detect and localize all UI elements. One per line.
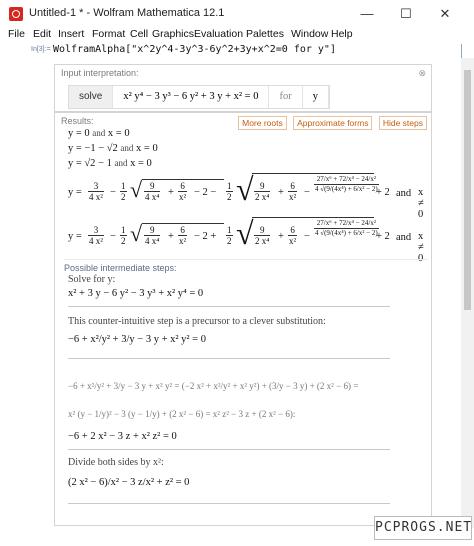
input-code[interactable]: WolframAlpha["x^2y^4-3y^3-6y^2+3y+x^2=0 … [53, 44, 336, 55]
solve-for-label: Solve for y: [68, 274, 116, 285]
vertical-scrollbar[interactable] [461, 58, 474, 528]
interp-equation: x² y⁴ − 3 y³ − 6 y² + 3 y + x² = 0 [113, 86, 270, 108]
maximize-button[interactable]: ☐ [389, 4, 423, 24]
step-divider [68, 449, 390, 450]
input-label: In[3]:= [31, 46, 51, 53]
divider [64, 259, 428, 260]
results-buttons: More roots Approximate forms Hide steps [234, 116, 427, 130]
result-line: y = −1 − √2 and x = 0 [68, 143, 158, 154]
watermark: PCPROGS.NET [374, 516, 472, 540]
step-equation-3a: −6 + x²/y² + 3/y − 3 y + x² y² = (−2 x² … [68, 381, 359, 391]
menu-palettes[interactable]: Palettes [246, 28, 284, 40]
result-long-root-1: y = 34 x² − 12 √ 94 x⁴ + 6 x² − 2 − 12 √ … [68, 171, 424, 220]
step-equation-1: x² + 3 y − 6 y² − 3 y³ + x² y⁴ = 0 [68, 288, 204, 299]
input-cell[interactable]: In[3]:= WolframAlpha["x^2y^4-3y^3-6y^2+3… [0, 42, 474, 58]
result-long-root-2: y = 34 x² − 12 √ 94 x⁴ + 6 x² − 2 + 12 √ … [68, 215, 424, 264]
menu-insert[interactable]: Insert [58, 28, 84, 40]
step-divider [68, 306, 390, 307]
results-pod: Results: More roots Approximate forms Hi… [54, 112, 432, 526]
step-note-1: This counter-intuitive step is a precurs… [68, 316, 326, 327]
menu-format[interactable]: Format [92, 28, 125, 40]
result-line: y = 0 and x = 0 [68, 128, 130, 139]
menu-cell[interactable]: Cell [130, 28, 148, 40]
interp-verb: solve [69, 86, 114, 108]
result-line: y = √2 − 1 and x = 0 [68, 158, 152, 169]
mathematica-app-icon [9, 7, 23, 21]
title-bar: Untitled-1 * - Wolfram Mathematica 12.1 … [0, 0, 474, 28]
interp-variable: y [303, 86, 329, 108]
step-equation-4: (2 x² − 6)/x² − 3 z/x² + z² = 0 [68, 477, 190, 488]
interpretation-table: solve x² y⁴ − 3 y³ − 6 y² + 3 y + x² = 0… [68, 85, 330, 109]
step-equation-3c: −6 + 2 x² − 3 z + x² z² = 0 [68, 431, 177, 442]
minimize-button[interactable]: — [350, 4, 384, 24]
step-equation-3b: x² (y − 1/y)² − 3 (y − 1/y) + (2 x² − 6)… [68, 409, 296, 419]
close-window-button[interactable]: ✕ [428, 4, 462, 24]
menu-help[interactable]: Help [331, 28, 353, 40]
results-header: Results: [61, 116, 94, 126]
menu-bar: File Edit Insert Format Cell Graphics Ev… [0, 28, 474, 42]
step-equation-2: −6 + x²/y² + 3/y − 3 y + x² y² = 0 [68, 334, 206, 345]
menu-window[interactable]: Window [291, 28, 328, 40]
window-title: Untitled-1 * - Wolfram Mathematica 12.1 [29, 7, 225, 19]
steps-header: Possible intermediate steps: [64, 263, 177, 273]
step-divider [68, 503, 390, 504]
approximate-forms-button[interactable]: Approximate forms [293, 116, 373, 130]
pod-header: Input interpretation: [61, 68, 139, 78]
input-interpretation-pod: Input interpretation: ⊗ solve x² y⁴ − 3 … [54, 64, 432, 112]
hide-steps-button[interactable]: Hide steps [378, 116, 427, 130]
step-divider [68, 358, 390, 359]
more-roots-button[interactable]: More roots [238, 116, 287, 130]
step-note-2: Divide both sides by x²: [68, 457, 164, 468]
interp-for: for [269, 86, 303, 108]
scrollbar-thumb[interactable] [464, 70, 471, 310]
close-pod-icon[interactable]: ⊗ [418, 68, 426, 79]
menu-graphics[interactable]: Graphics [152, 28, 194, 40]
menu-evaluation[interactable]: Evaluation [194, 28, 243, 40]
menu-edit[interactable]: Edit [33, 28, 51, 40]
menu-file[interactable]: File [8, 28, 25, 40]
